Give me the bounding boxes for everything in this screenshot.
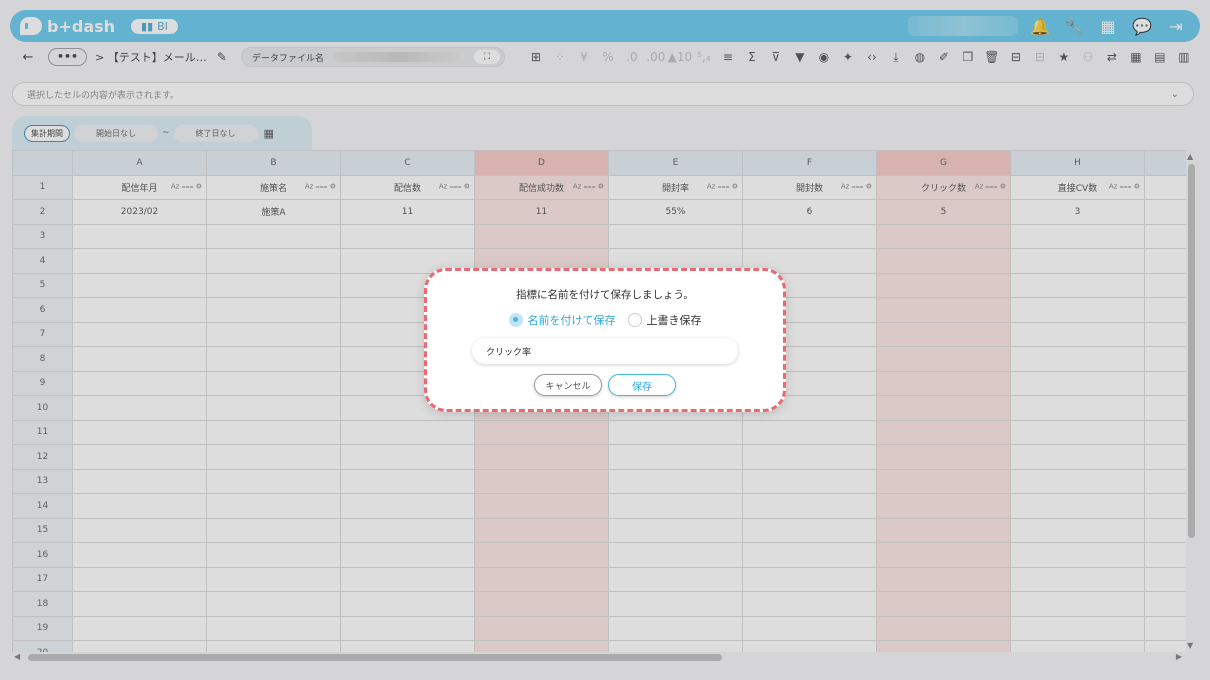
radio-unchecked-icon[interactable] xyxy=(627,313,642,327)
save-button[interactable]: 保存 xyxy=(608,374,676,396)
radio-overwrite-label[interactable]: 上書き保存 xyxy=(647,312,702,328)
radio-save-as-new-label[interactable]: 名前を付けて保存 xyxy=(528,312,616,328)
save-metric-dialog: 指標に名前を付けて保存しましょう。 名前を付けて保存 上書き保存 キャンセル 保… xyxy=(424,268,786,412)
radio-checked-icon[interactable] xyxy=(508,313,523,327)
metric-name-input[interactable] xyxy=(472,338,738,364)
dialog-buttons: キャンセル 保存 xyxy=(534,374,676,396)
radio-save-as-new[interactable]: 名前を付けて保存 xyxy=(508,312,616,328)
radio-overwrite[interactable]: 上書き保存 xyxy=(627,312,702,328)
save-mode-radio-group: 名前を付けて保存 上書き保存 xyxy=(508,312,702,328)
dialog-title: 指標に名前を付けて保存しましょう。 xyxy=(516,289,694,301)
cancel-button[interactable]: キャンセル xyxy=(534,374,602,396)
